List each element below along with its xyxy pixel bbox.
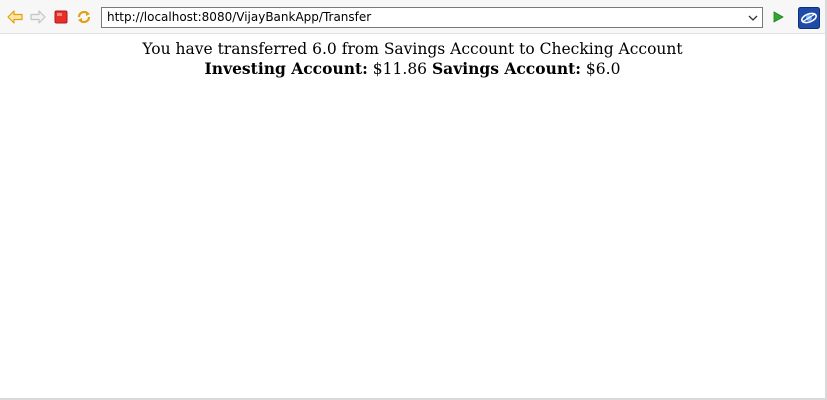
- browser-logo-icon: [797, 6, 820, 29]
- investing-account-label: Investing Account:: [204, 59, 368, 78]
- refresh-icon: [77, 10, 91, 24]
- stop-icon: [54, 10, 68, 24]
- url-input[interactable]: [102, 8, 742, 27]
- savings-account-value: $6.0: [581, 60, 621, 78]
- account-balances: Investing Account: $11.86 Savings Accoun…: [0, 59, 825, 79]
- page-content: You have transferred 6.0 from Savings Ac…: [0, 34, 825, 79]
- browser-toolbar: [0, 0, 825, 34]
- chevron-down-icon: [748, 15, 758, 21]
- url-history-dropdown[interactable]: [744, 8, 762, 27]
- transfer-confirmation-message: You have transferred 6.0 from Savings Ac…: [142, 40, 683, 58]
- forward-arrow-icon: [30, 10, 46, 24]
- savings-account-label: Savings Account:: [431, 59, 581, 78]
- browser-window: You have transferred 6.0 from Savings Ac…: [0, 0, 827, 400]
- refresh-button[interactable]: [74, 7, 94, 27]
- forward-button[interactable]: [28, 7, 48, 27]
- address-bar[interactable]: [101, 7, 763, 28]
- go-button[interactable]: [768, 7, 788, 27]
- browser-logo-button[interactable]: [797, 6, 820, 29]
- back-button[interactable]: [5, 7, 25, 27]
- stop-button[interactable]: [51, 7, 71, 27]
- investing-account-value: $11.86: [367, 60, 432, 78]
- go-play-icon: [773, 11, 784, 23]
- back-arrow-icon: [7, 10, 23, 24]
